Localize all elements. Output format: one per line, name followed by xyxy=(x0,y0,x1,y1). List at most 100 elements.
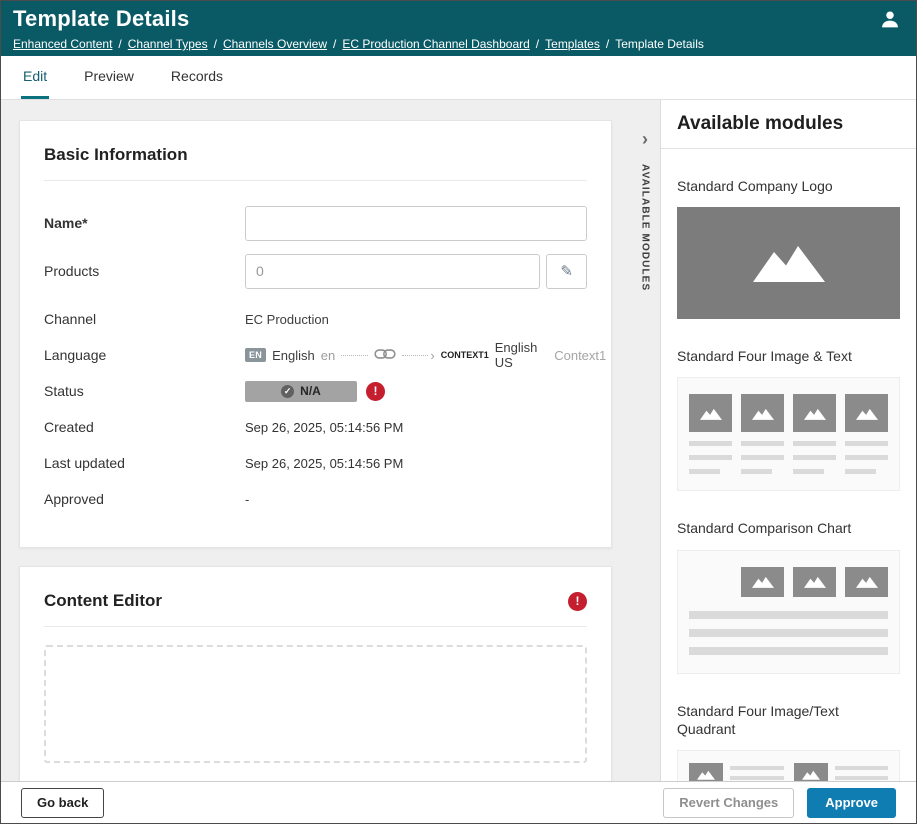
channel-value: EC Production xyxy=(245,311,329,327)
language-source-name: English xyxy=(272,347,315,363)
thumbnail-cell xyxy=(845,394,888,475)
breadcrumb-channels-overview[interactable]: Channels Overview xyxy=(223,37,327,51)
name-label: Name* xyxy=(44,215,88,231)
approved-row: Approved - xyxy=(44,481,587,517)
tab-edit[interactable]: Edit xyxy=(21,56,50,99)
breadcrumb-separator: / xyxy=(605,37,610,51)
breadcrumb-current: Template Details xyxy=(615,37,704,51)
status-badge: ✓ N/A xyxy=(245,380,357,402)
module-label: Standard Comparison Chart xyxy=(677,520,852,537)
text-placeholder-bar xyxy=(834,765,888,770)
tab-preview[interactable]: Preview xyxy=(82,56,136,99)
products-label: Products xyxy=(44,263,100,279)
language-row: Language EN English en › CONTEXT1 Englis… xyxy=(44,337,606,373)
breadcrumb-templates[interactable]: Templates xyxy=(545,37,600,51)
language-target-context: Context1 xyxy=(554,347,607,363)
module-label: Standard Company Logo xyxy=(677,178,833,194)
available-modules-vertical-label: AVAILABLE MODULES xyxy=(639,164,651,292)
image-placeholder xyxy=(793,762,828,781)
language-source-code: en xyxy=(320,347,336,363)
products-input[interactable] xyxy=(245,253,541,289)
content-editor-header: Content Editor ! xyxy=(44,591,587,627)
name-row: Name* xyxy=(44,205,587,241)
content-editor-card: Content Editor ! xyxy=(19,566,612,781)
image-placeholder xyxy=(845,566,888,597)
image-placeholder xyxy=(741,566,784,597)
text-placeholder-bar xyxy=(793,469,824,475)
breadcrumb-channel-types[interactable]: Channel Types xyxy=(128,37,208,51)
language-label: Language xyxy=(44,347,107,363)
content-editor-title: Content Editor xyxy=(44,591,163,610)
language-source-badge: EN xyxy=(245,348,267,362)
thumbnail-cell xyxy=(793,394,836,475)
status-badge-text: N/A xyxy=(300,384,321,398)
edit-products-button[interactable]: ✎ xyxy=(546,253,587,289)
text-placeholder-bar xyxy=(845,469,876,475)
module-standard-comparison-chart[interactable]: Standard Comparison Chart xyxy=(677,519,900,674)
breadcrumb-enhanced-content[interactable]: Enhanced Content xyxy=(13,37,112,51)
thumbnail-cell xyxy=(741,394,784,475)
module-standard-company-logo[interactable]: Standard Company Logo xyxy=(677,177,900,320)
status-label: Status xyxy=(44,383,84,399)
module-standard-four-image-text[interactable]: Standard Four Image & Text xyxy=(677,347,900,492)
go-back-button[interactable]: Go back xyxy=(21,787,105,818)
module-label: Standard Four Image/Text Quadrant xyxy=(677,702,839,737)
image-placeholder xyxy=(845,394,888,433)
basic-information-header: Basic Information xyxy=(44,145,587,181)
status-error-icon: ! xyxy=(366,381,385,401)
module-label: Standard Four Image & Text xyxy=(677,348,852,365)
breadcrumb-ec-production-channel-dashboard[interactable]: EC Production Channel Dashboard xyxy=(342,37,529,51)
created-value: Sep 26, 2025, 05:14:56 PM xyxy=(245,419,404,435)
image-placeholder xyxy=(793,394,836,433)
breadcrumb-separator: / xyxy=(213,37,217,51)
last-updated-label: Last updated xyxy=(44,455,125,471)
approved-value: - xyxy=(245,491,250,507)
comparison-images-row xyxy=(689,566,888,597)
module-standard-four-image-text-quadrant[interactable]: Standard Four Image/Text Quadrant xyxy=(677,702,900,781)
name-input[interactable] xyxy=(245,205,587,241)
empty-cell xyxy=(689,567,732,597)
row-placeholder-bar xyxy=(689,646,888,655)
status-value: ✓ N/A ! xyxy=(245,380,385,402)
language-target-badge: CONTEXT1 xyxy=(440,350,489,360)
last-updated-row: Last updated Sep 26, 2025, 05:14:56 PM xyxy=(44,445,587,481)
breadcrumb: Enhanced Content / Channel Types / Chann… xyxy=(13,37,902,51)
content-editor-dropzone[interactable] xyxy=(44,645,587,763)
breadcrumb-separator: / xyxy=(333,37,337,51)
revert-changes-button[interactable]: Revert Changes xyxy=(663,787,795,818)
available-modules-collapse-strip[interactable]: › AVAILABLE MODULES xyxy=(630,100,660,781)
thumbnail-cell xyxy=(689,394,732,475)
image-placeholder xyxy=(741,394,784,433)
basic-information-card: Basic Information Name* Products ✎ Chann… xyxy=(19,120,612,548)
image-placeholder xyxy=(689,394,732,433)
approved-label: Approved xyxy=(44,491,104,507)
basic-information-fields: Name* Products ✎ Channel EC Production L… xyxy=(44,205,606,517)
page-header: Template Details Enhanced Content / Chan… xyxy=(1,1,916,56)
last-updated-value: Sep 26, 2025, 05:14:56 PM xyxy=(245,455,404,471)
text-placeholder-bars xyxy=(730,763,784,781)
row-placeholder-bar xyxy=(689,610,888,619)
created-label: Created xyxy=(44,419,94,435)
channel-row: Channel EC Production xyxy=(44,301,587,337)
breadcrumb-separator: / xyxy=(118,37,122,51)
text-placeholder-bar xyxy=(689,455,732,461)
dotted-connector xyxy=(401,354,429,356)
main-column: Basic Information Name* Products ✎ Chann… xyxy=(1,100,630,781)
status-row: Status ✓ N/A ! xyxy=(44,373,587,409)
available-modules-title: Available modules xyxy=(661,100,916,149)
module-thumbnail xyxy=(677,207,900,320)
content-area: Basic Information Name* Products ✎ Chann… xyxy=(1,100,916,781)
user-icon[interactable] xyxy=(880,9,900,34)
arrow-right-icon: › xyxy=(430,347,435,363)
text-placeholder-bar xyxy=(741,469,772,475)
image-placeholder xyxy=(793,566,836,597)
module-thumbnail xyxy=(677,549,900,674)
text-placeholder-bar xyxy=(793,441,836,447)
chevron-right-icon[interactable]: › xyxy=(642,130,648,148)
tab-records[interactable]: Records xyxy=(169,56,225,99)
dotted-connector xyxy=(341,354,368,356)
approve-button[interactable]: Approve xyxy=(807,787,896,818)
text-placeholder-bar xyxy=(730,765,784,770)
text-placeholder-bar xyxy=(741,441,784,447)
language-target-name: English US xyxy=(494,340,538,370)
